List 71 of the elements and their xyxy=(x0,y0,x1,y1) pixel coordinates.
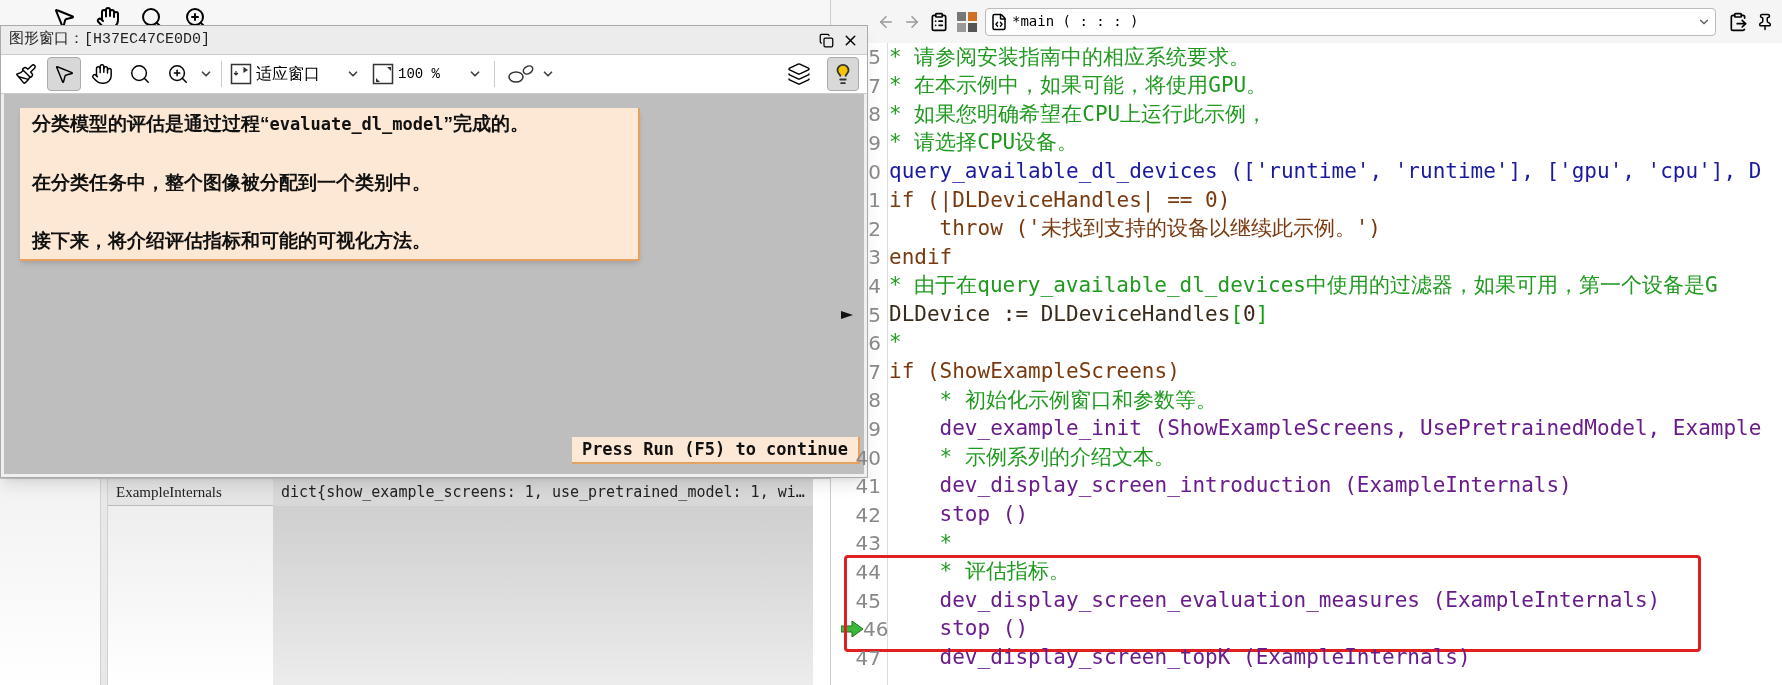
procedure-dropdown[interactable]: *main ( : : : ) xyxy=(985,7,1716,36)
line-number: 3 xyxy=(868,244,881,272)
code-line: if (ShowExampleScreens) xyxy=(888,358,1180,386)
pin-icon[interactable] xyxy=(1756,12,1774,31)
line-number: 7 xyxy=(868,72,881,100)
line-number: 8 xyxy=(868,387,881,415)
line-number: 47 xyxy=(855,644,881,672)
program-counter-icon xyxy=(841,621,863,638)
code-line: * 评估指标。 xyxy=(938,558,1070,586)
layers-icon[interactable] xyxy=(787,62,811,86)
code-line: query_available_dl_devices (['runtime', 'runtime'], ['gpu', 'cpu'], D xyxy=(888,157,1762,185)
code-line: endif xyxy=(888,243,953,271)
code-line: DLDevice := DLDeviceHandles[0] xyxy=(888,300,1269,328)
code-line: * 请参阅安装指南中的相应系统要求。 xyxy=(888,43,1251,71)
code-line: * 请选择CPU设备。 xyxy=(888,129,1079,157)
message-text: 在分类任务中，整个图像被分配到一个类别中。 xyxy=(32,171,432,195)
line-number: 45 xyxy=(855,587,881,615)
code-line: * 在本示例中，如果可能，将使用GPU。 xyxy=(888,72,1268,100)
restore-icon[interactable] xyxy=(819,32,834,48)
line-number: 6 xyxy=(868,330,881,358)
variable-value[interactable]: dict{show_example_screens: 1, use_pretrained_model: 1, wi… xyxy=(273,479,813,506)
line-number: 5 xyxy=(868,301,881,329)
clipboard-icon[interactable] xyxy=(929,11,949,32)
message-text: 接下来，将介绍评估指标和可能的可视化方法。 xyxy=(32,229,432,253)
line-number: 9 xyxy=(868,416,881,443)
magnifier-icon xyxy=(129,63,151,85)
line-number: 1 xyxy=(868,187,881,215)
paste-icon[interactable] xyxy=(1728,11,1748,32)
code-line: if (|DLDeviceHandles| == 0) xyxy=(888,186,1231,215)
line-number: 8 xyxy=(868,101,881,129)
code-line: * xyxy=(888,329,902,357)
zoom-level-icon xyxy=(372,63,394,85)
hand-icon[interactable] xyxy=(96,6,120,25)
line-number: 9 xyxy=(868,130,881,158)
zoom-dropdown[interactable]: 100 % xyxy=(372,63,482,85)
grid-icon[interactable] xyxy=(957,11,977,32)
line-number: 4 xyxy=(868,273,881,301)
code-line: dev_example_init (ShowExampleScreens, UsePretrainedModel, Example xyxy=(938,415,1762,443)
code-line: dev_display_screen_topK (ExampleInternals) xyxy=(938,644,1471,671)
message-text: 分类模型的评估是通过过程“evaluate_dl_model”完成的。 xyxy=(32,112,530,136)
zoom-in-icon xyxy=(167,63,189,85)
line-number: 7 xyxy=(868,358,881,386)
line-number: 43 xyxy=(855,530,881,558)
fit-dropdown[interactable]: 适应窗口 xyxy=(230,62,360,86)
pointer-icon[interactable] xyxy=(52,6,76,25)
insertion-marker-icon xyxy=(841,308,853,321)
code-line: * xyxy=(938,529,953,557)
code-line: * 如果您明确希望在CPU上运行此示例， xyxy=(888,100,1268,128)
code-line: * 示例系列的介绍文本。 xyxy=(938,443,1175,471)
procedure-icon xyxy=(990,12,1008,31)
code-line: throw ('未找到支持的设备以继续此示例。') xyxy=(938,215,1381,243)
pointer-tool[interactable] xyxy=(47,57,81,91)
fit-window-icon xyxy=(230,63,252,85)
code-line: stop () xyxy=(938,501,1029,529)
code-line: dev_display_screen_evaluation_measures (ExampleInternals) xyxy=(938,586,1661,614)
line-number: 42 xyxy=(855,501,881,529)
code-line: dev_display_screen_introduction (ExampleInternals) xyxy=(938,472,1572,500)
line-number: 44 xyxy=(855,559,881,586)
line-number: 2 xyxy=(868,215,881,243)
code-line: * 初始化示例窗口和参数等。 xyxy=(938,386,1217,414)
code-line: stop () xyxy=(938,615,1029,643)
pointer-icon xyxy=(53,63,75,85)
variable-name[interactable]: ExampleInternals xyxy=(108,479,273,506)
hand-icon xyxy=(91,63,113,85)
code-line: * 由于在query_available_dl_devices中使用的过滤器，如果可用，第一个设备是G xyxy=(888,272,1718,300)
hints-toggle[interactable] xyxy=(827,57,859,91)
line-number: 46 xyxy=(863,616,889,644)
line-number: 5 xyxy=(868,44,881,72)
line-number: 41 xyxy=(855,473,881,501)
line-number: 0 xyxy=(868,158,881,186)
window-title: 图形窗口：[H37EC47CE0D0] xyxy=(9,29,211,50)
